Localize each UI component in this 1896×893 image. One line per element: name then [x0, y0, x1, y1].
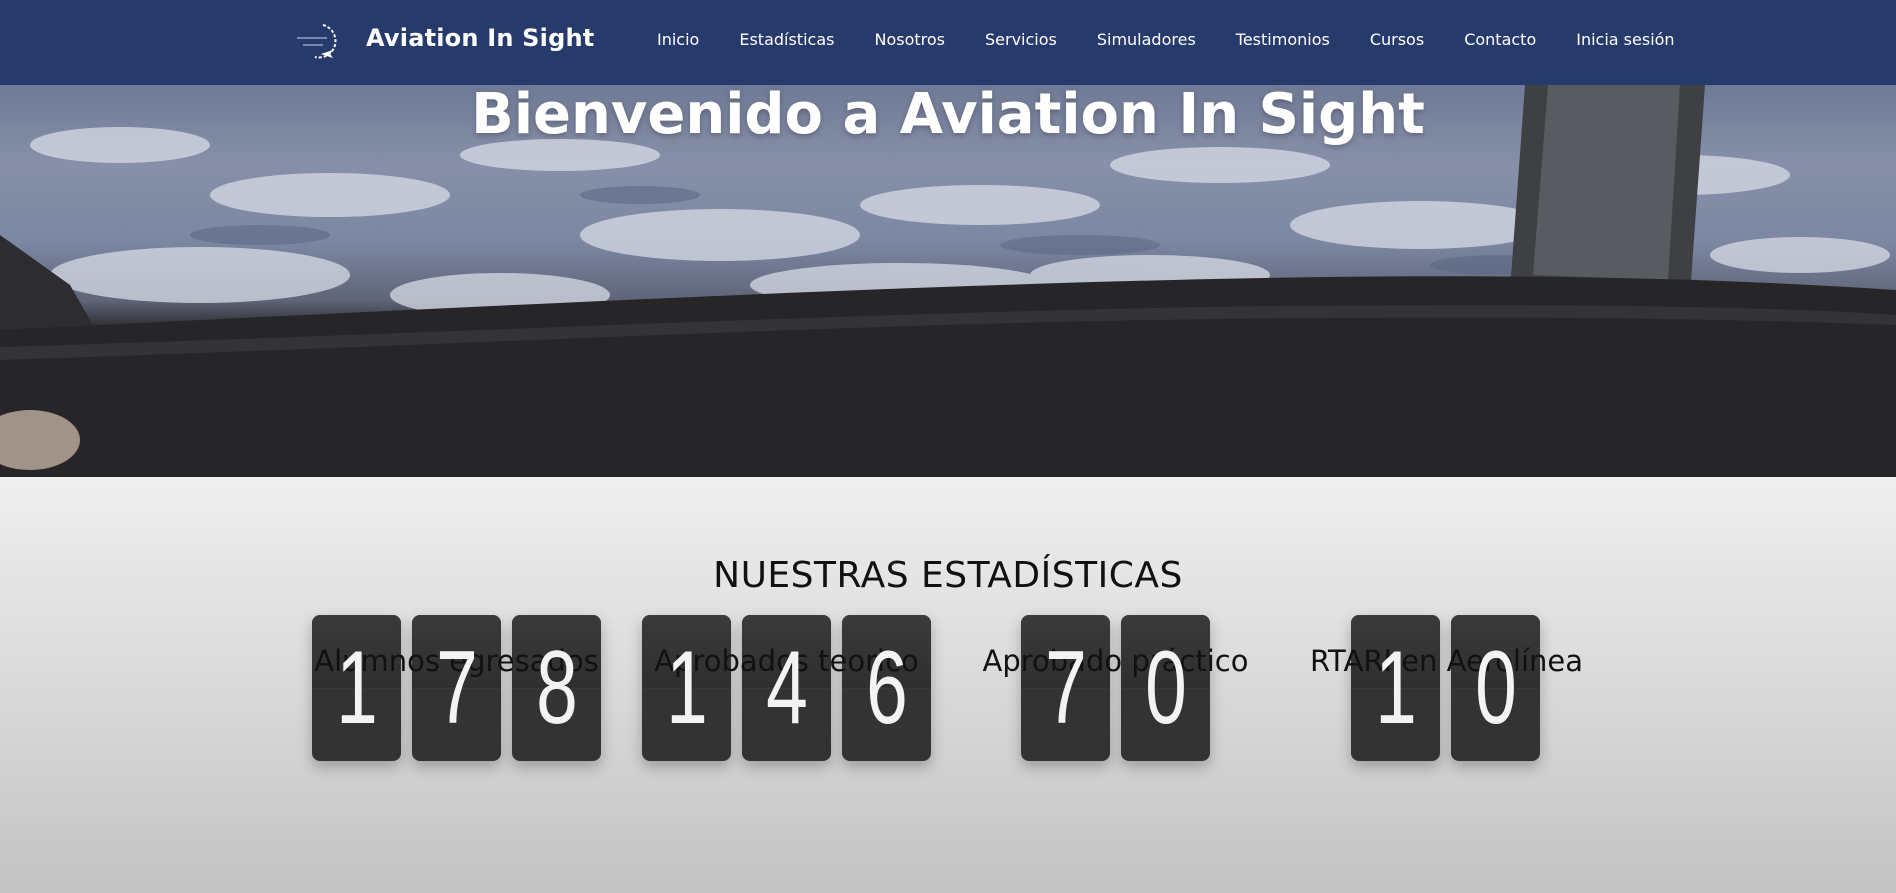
- stat-label: Aprobado práctico: [982, 644, 1249, 678]
- hero-title: Bienvenido a Aviation In Sight: [471, 85, 1425, 147]
- logo-icon[interactable]: [293, 21, 347, 61]
- flip-digit: 6: [842, 615, 931, 761]
- flip-counter: 1 7 8: [312, 615, 601, 761]
- flip-counter: 7 0: [1021, 615, 1210, 761]
- flip-digit: 1: [642, 615, 731, 761]
- flip-digit: 1: [1351, 615, 1440, 761]
- main-nav: Inicio Estadísticas Nosotros Servicios S…: [657, 30, 1675, 49]
- flip-digit: 8: [512, 615, 601, 761]
- flip-digit: 4: [742, 615, 831, 761]
- flip-counter: 1 0: [1351, 615, 1540, 761]
- nav-link-estadisticas[interactable]: Estadísticas: [739, 30, 834, 49]
- nav-link-simuladores[interactable]: Simuladores: [1097, 30, 1196, 49]
- flip-digit: 7: [412, 615, 501, 761]
- stat-aprobado-practico: 7 0: [1021, 615, 1210, 761]
- brand-name[interactable]: Aviation In Sight: [366, 24, 594, 52]
- nav-link-contacto[interactable]: Contacto: [1464, 30, 1536, 49]
- nav-link-servicios[interactable]: Servicios: [985, 30, 1057, 49]
- flip-digit: 1: [312, 615, 401, 761]
- stat-rtari-aerolinea: 1 0: [1351, 615, 1540, 761]
- flip-counter: 1 4 6: [642, 615, 931, 761]
- nav-link-testimonios[interactable]: Testimonios: [1236, 30, 1330, 49]
- stats-section: NUESTRAS ESTADÍSTICAS 1 7 8 Alumnos egre…: [0, 477, 1896, 893]
- navbar: Aviation In Sight Inicio Estadísticas No…: [0, 0, 1896, 85]
- hero-section: Bienvenido a Aviation In Sight: [0, 85, 1896, 477]
- flip-digit: 7: [1021, 615, 1110, 761]
- stat-alumnos-egresados: 1 7 8: [312, 615, 601, 761]
- nav-link-cursos[interactable]: Cursos: [1370, 30, 1424, 49]
- stats-title: NUESTRAS ESTADÍSTICAS: [713, 555, 1183, 596]
- stat-aprobados-teorico: 1 4 6: [642, 615, 931, 761]
- nav-link-login[interactable]: Inicia sesión: [1576, 30, 1674, 49]
- flip-digit: 0: [1121, 615, 1210, 761]
- stat-label: RTARI en Aerolínea: [1309, 644, 1583, 678]
- nav-link-inicio[interactable]: Inicio: [657, 30, 699, 49]
- flip-digit: 0: [1451, 615, 1540, 761]
- nav-link-nosotros[interactable]: Nosotros: [874, 30, 945, 49]
